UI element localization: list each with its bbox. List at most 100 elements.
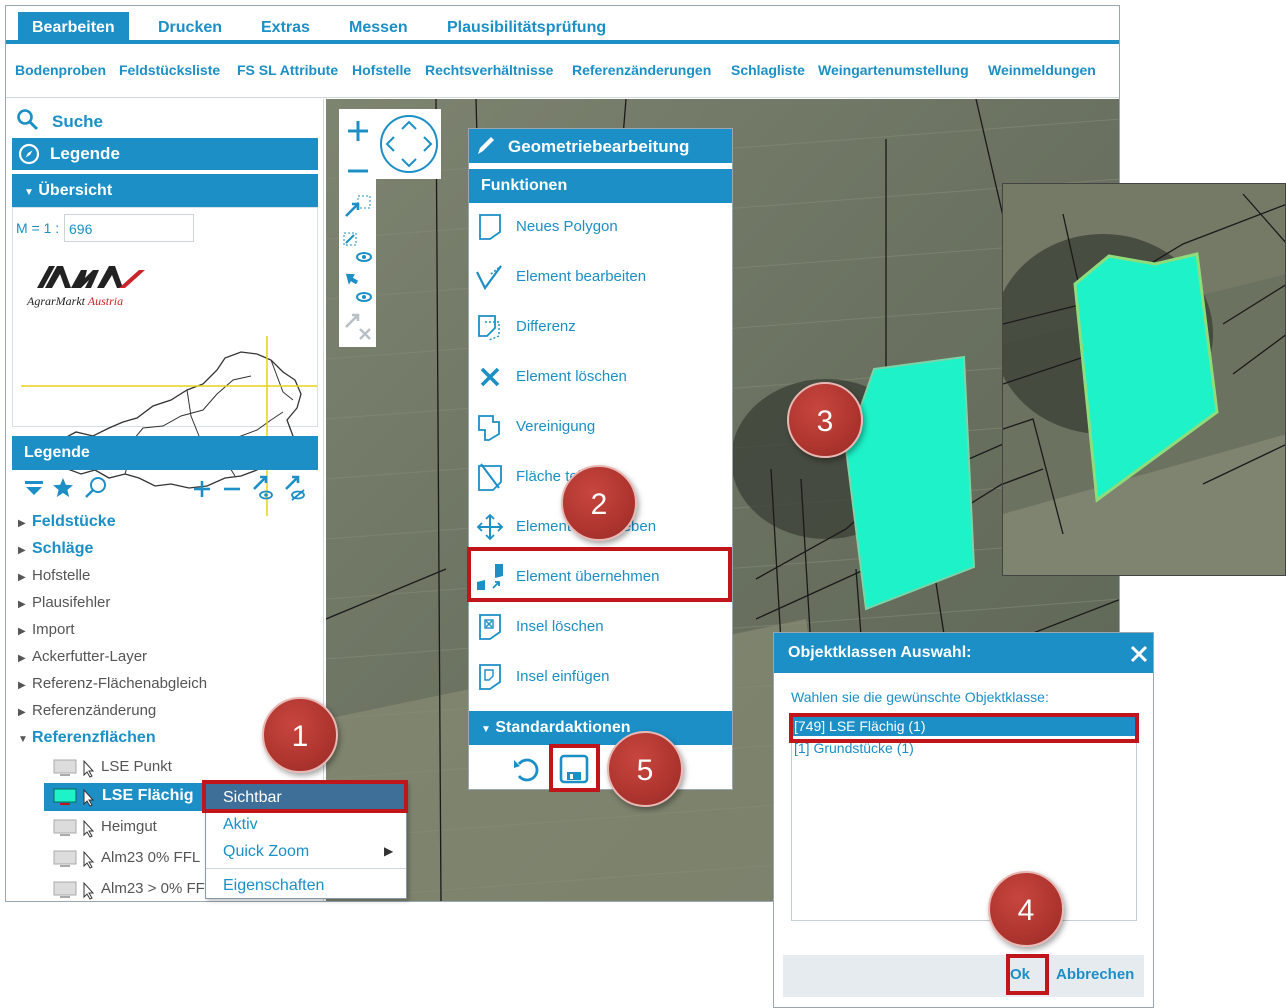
plus-icon[interactable]: [192, 479, 212, 499]
overview-label: Übersicht: [38, 182, 113, 199]
step-badge-4: 4: [988, 871, 1064, 947]
ctx-item-aktiv[interactable]: Aktiv: [206, 811, 406, 838]
search-label: Suche: [52, 112, 104, 131]
new-polygon-icon: [479, 214, 501, 240]
select-box-icon[interactable]: [342, 194, 374, 220]
menu-plausibilitaetspruefung[interactable]: Plausibilitätsprüfung: [433, 12, 620, 44]
standard-actions-header[interactable]: ▼ Standardaktionen: [469, 711, 732, 745]
menu-drucken[interactable]: Drucken: [144, 12, 236, 44]
ama-logo: [37, 266, 145, 288]
zoom-out-icon[interactable]: [346, 159, 370, 183]
dialog-prompt: Wahlen sie die gewünschte Objektklasse:: [791, 689, 1049, 705]
select-invisible-icon[interactable]: [282, 473, 308, 501]
menu-bearbeiten[interactable]: Bearbeiten: [18, 12, 129, 44]
ctx-item-eigenschaften[interactable]: Eigenschaften: [206, 872, 406, 899]
scale-input[interactable]: 696: [64, 214, 194, 242]
cancel-button[interactable]: Abbrechen: [1056, 966, 1134, 983]
scale-prefix: M = 1 :: [16, 220, 60, 236]
geometry-panel-title: Geometriebearbeitung: [508, 137, 690, 156]
functions-header: Funktionen: [469, 169, 732, 203]
split-area-icon: [478, 463, 502, 491]
tool-insel-einfuegen[interactable]: Insel einfügen: [469, 652, 732, 702]
legend-label: Legende: [50, 144, 120, 163]
search-button[interactable]: Suche: [12, 105, 318, 135]
ctx-divider: [206, 868, 406, 869]
pan-control-icon[interactable]: [378, 113, 440, 175]
union-icon: [478, 415, 500, 441]
highlight-box-ok: [1006, 954, 1049, 995]
layer-hidden-monitor-icon: [53, 850, 95, 869]
tool-element-bearbeiten[interactable]: Element bearbeiten: [469, 252, 732, 302]
step-badge-3: 3: [787, 382, 863, 458]
menu-messen[interactable]: Messen: [335, 12, 422, 44]
close-icon[interactable]: [1130, 645, 1148, 663]
link-referenzaenderungen[interactable]: Referenzänderungen: [572, 62, 711, 78]
tree-item-referenzflaechen[interactable]: ▼ Referenzflächen: [18, 729, 156, 747]
ctx-item-quick-zoom[interactable]: Quick Zoom ▶: [206, 838, 406, 865]
tool-vereinigung[interactable]: Vereinigung: [469, 402, 732, 452]
object-class-list: [749] LSE Flächig (1) [1] Grundstücke (1…: [791, 713, 1137, 921]
magnifier-icon[interactable]: [84, 476, 108, 500]
delete-island-icon: [479, 614, 501, 640]
logo-text: AgrarMarkt Austria: [27, 294, 124, 308]
dialog-title: Objektklassen Auswahl:: [774, 633, 1153, 673]
layer-hidden-monitor-icon: [53, 881, 95, 900]
geometry-panel-header: Geometriebearbeitung: [469, 129, 732, 163]
link-feldstuecksliste[interactable]: Feldstücksliste: [119, 62, 220, 78]
sub-toolbar: Bodenproben Feldstücksliste FS SL Attrib…: [6, 48, 1119, 98]
main-menubar: Bearbeiten Drucken Extras Messen Plausib…: [6, 6, 1119, 44]
submenu-arrow-icon: ▶: [384, 844, 394, 858]
highlight-box-sichtbar: [202, 780, 408, 813]
clear-selection-icon[interactable]: [342, 309, 374, 341]
layer-row-alm23-gt0[interactable]: Alm23 > 0% FFL: [52, 877, 207, 901]
tree-item-referenz-flaechenabgleich[interactable]: ▶ Referenz-Flächenabgleich: [18, 675, 207, 692]
tree-item-ackerfutter-layer[interactable]: ▶ Ackerfutter-Layer: [18, 648, 147, 665]
tool-insel-loeschen[interactable]: Insel löschen: [469, 602, 732, 652]
link-bodenproben[interactable]: Bodenproben: [15, 62, 106, 78]
zoom-inset-imagery: [1003, 184, 1285, 575]
link-hofstelle[interactable]: Hofstelle: [352, 62, 411, 78]
tree-item-hofstelle[interactable]: ▶ Hofstelle: [18, 567, 90, 584]
layer-row-alm23-0[interactable]: Alm23 0% FFL: [52, 846, 207, 872]
link-schlagliste[interactable]: Schlagliste: [731, 62, 805, 78]
highlight-box-element-uebernehmen: [467, 547, 732, 602]
select-visible-icon[interactable]: [250, 473, 276, 501]
overview-panel: M = 1 : 696 AgrarMarkt Austria: [12, 207, 318, 516]
tree-item-referenzaenderung[interactable]: ▶ Referenzänderung: [18, 702, 156, 719]
legend-button[interactable]: Legende: [12, 138, 318, 170]
tree-item-schlaege[interactable]: ▶ Schläge: [18, 540, 93, 558]
legend-panel-header: Legende: [12, 436, 318, 470]
pencil-icon: [478, 137, 494, 154]
insert-island-icon: [479, 664, 501, 690]
tree-item-import[interactable]: ▶ Import: [18, 621, 75, 638]
zoom-inset: [1002, 183, 1286, 576]
tree-item-plausifehler[interactable]: ▶ Plausifehler: [18, 594, 110, 611]
layer-visible-monitor-icon: [53, 788, 95, 807]
step-badge-2: 2: [561, 465, 637, 541]
zoom-in-icon[interactable]: [346, 119, 370, 143]
minus-icon[interactable]: [222, 479, 242, 499]
select-visible-map-icon[interactable]: [342, 231, 374, 265]
star-icon[interactable]: [52, 477, 74, 499]
geometry-edit-panel: Geometriebearbeitung Funktionen Neues Po…: [468, 128, 733, 790]
step-badge-1: 1: [262, 697, 338, 773]
delete-x-icon: [480, 367, 500, 387]
undo-icon[interactable]: [511, 754, 541, 784]
layer-hidden-monitor-icon: [53, 759, 95, 778]
link-rechtsverhaeltnisse[interactable]: Rechtsverhältnisse: [425, 62, 553, 78]
link-fs-sl-attribute[interactable]: FS SL Attribute: [237, 62, 338, 78]
link-weinmeldungen[interactable]: Weinmeldungen: [988, 62, 1096, 78]
tool-differenz[interactable]: Differenz: [469, 302, 732, 352]
link-weingartenumstellung[interactable]: Weingartenumstellung: [818, 62, 969, 78]
overview-header[interactable]: ▼ Übersicht: [12, 174, 318, 207]
identify-visible-icon[interactable]: [342, 271, 374, 305]
tool-element-loeschen[interactable]: Element löschen: [469, 352, 732, 402]
menu-extras[interactable]: Extras: [247, 12, 324, 44]
tool-neues-polygon[interactable]: Neues Polygon: [469, 202, 732, 252]
layer-hidden-monitor-icon: [53, 819, 95, 838]
filter-icon[interactable]: [24, 478, 44, 498]
move-arrows-icon: [476, 513, 504, 541]
tree-item-feldstuecke[interactable]: ▶ Feldstücke: [18, 513, 116, 531]
edit-element-icon: [476, 265, 502, 291]
highlight-box-save: [549, 744, 600, 792]
